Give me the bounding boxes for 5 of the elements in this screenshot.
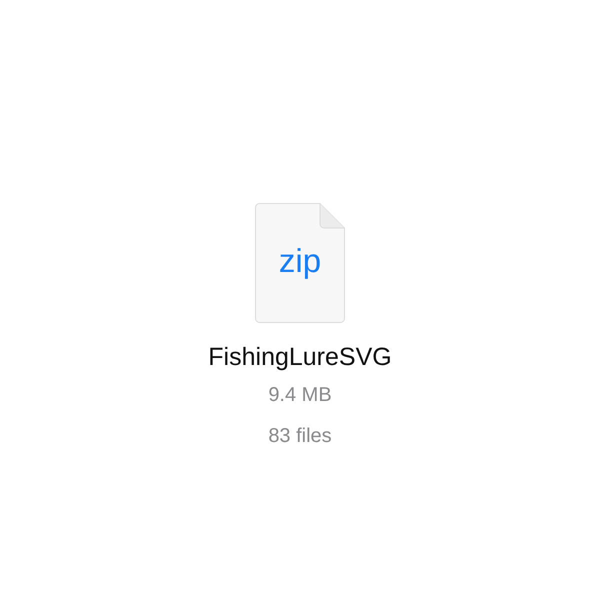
document-icon [255,203,345,323]
file-count: 83 files [268,425,332,448]
file-size: 9.4 MB [268,384,332,407]
file-type-label: zip [278,242,322,280]
file-name: FishingLureSVG [208,343,392,372]
